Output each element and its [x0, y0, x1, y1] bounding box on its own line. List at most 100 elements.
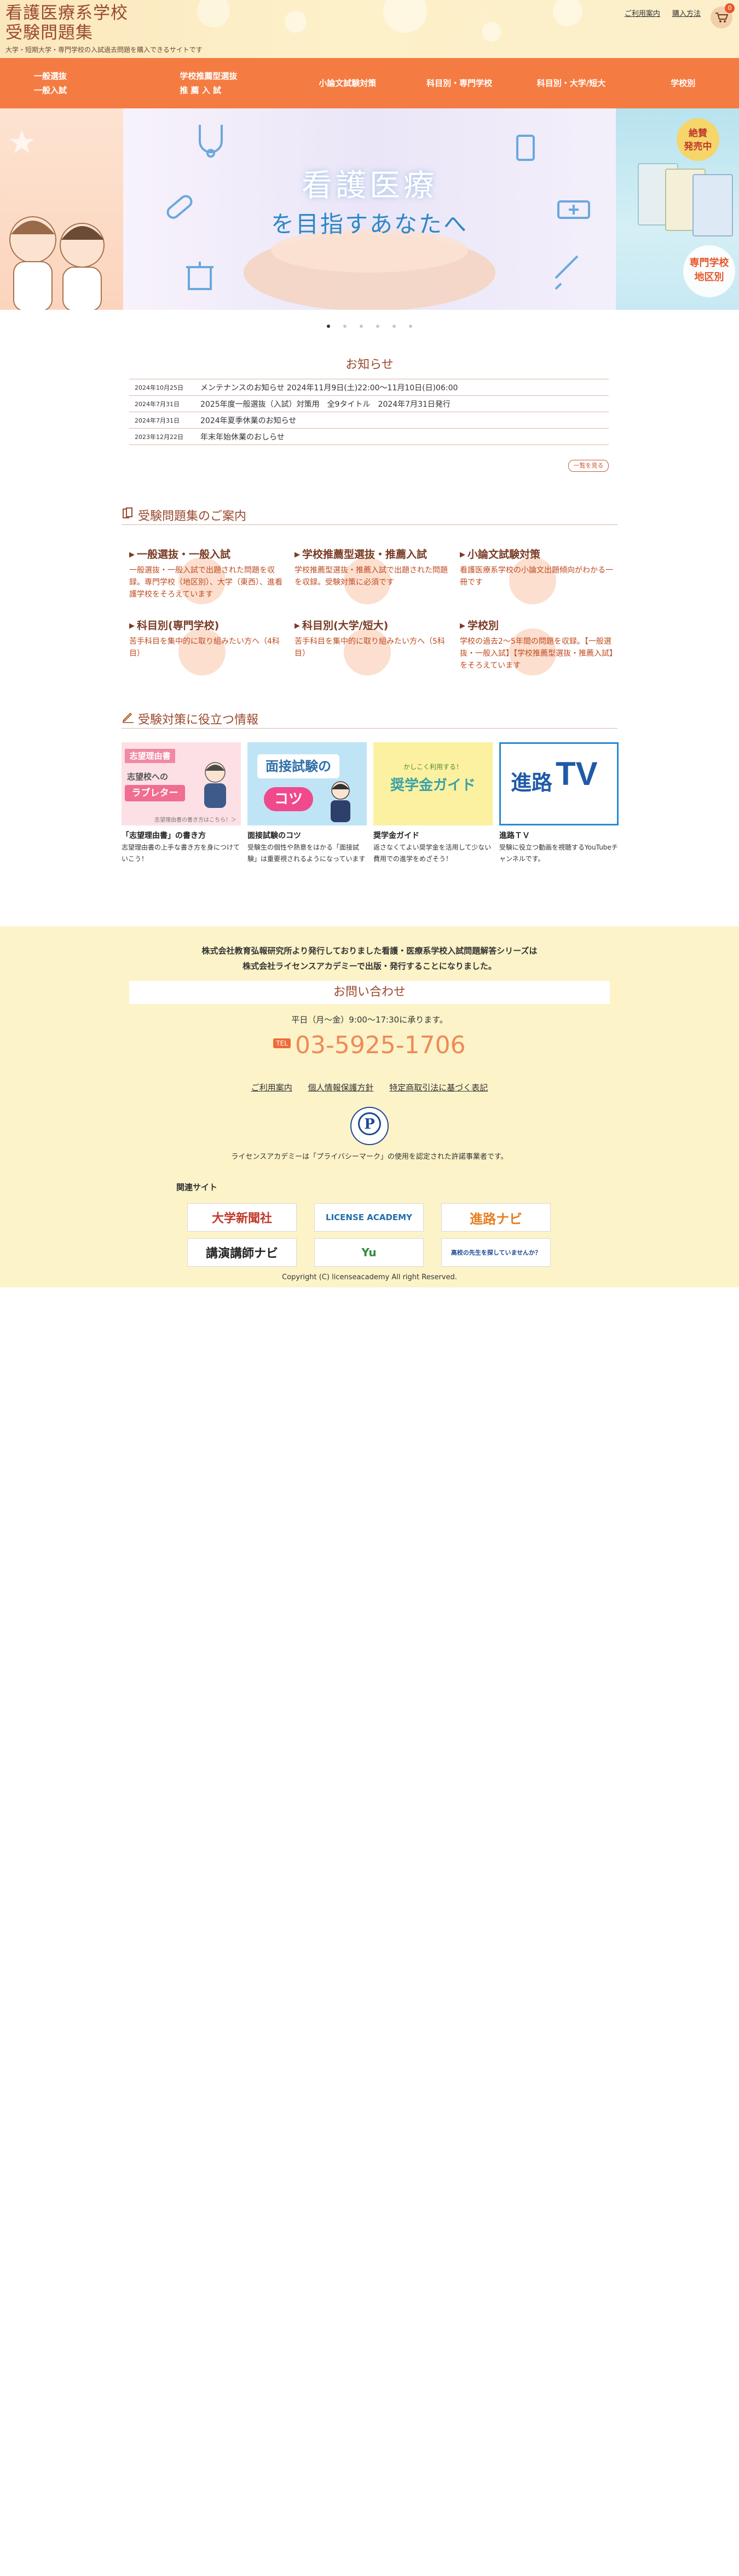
decor-bubble — [482, 22, 501, 42]
notices-title: お知らせ — [345, 358, 394, 372]
contact-title: お問い合わせ — [129, 981, 610, 1004]
guide-item-essay[interactable]: ▶ 小論文試験対策 看護医療系学校の小論文出題傾向がわかる一冊です — [460, 547, 619, 613]
footer-links: ご利用案内 個人情報保護方針 特定商取引法に基づく表記 — [0, 1082, 739, 1093]
guide-item-title-text: 一般選抜・一般入試 — [137, 548, 231, 561]
footer-link-privacy[interactable]: 個人情報保護方針 — [308, 1083, 373, 1093]
logo-line-1: 看護医療系学校 — [5, 3, 128, 23]
contact-phone[interactable]: TEL 03-5925-1706 — [0, 1031, 739, 1059]
guide-item-title: ▶ 一般選抜・一般入試 — [129, 547, 288, 562]
hero-caption-sub: を目指すあなたへ — [270, 211, 468, 238]
guide-item-desc: 看護医療系学校の小論文出題傾向がわかる一冊です — [460, 566, 613, 587]
banner-lecturer-navi[interactable]: 講演講師ナビ — [187, 1238, 297, 1267]
guide-item-subject-vocational[interactable]: ▶ 科目別(専門学校) 苦手科目を集中的に取り組みたい方へ（4科目） — [129, 619, 288, 684]
notice-text: 年末年始休業のおしらせ — [200, 432, 285, 442]
info-card-desc: 受験生の個性や熱意をはかる「面接試験」は重要視されるようになっています — [247, 844, 366, 863]
guide-item-title: ▶ 学校推薦型選抜・推薦入試 — [295, 547, 453, 562]
cart-icon — [715, 13, 728, 22]
hero-prev-slide[interactable] — [0, 108, 123, 310]
nav-general-exam[interactable]: 一般選抜 一般入試 — [0, 58, 146, 108]
banner-shinro-navi[interactable]: 進路ナビ — [441, 1203, 551, 1232]
arrow-right-icon: ▶ — [129, 622, 135, 630]
slider-dot[interactable] — [409, 325, 412, 328]
notice-item[interactable]: 2024年10月25日 メンテナンスのお知らせ 2024年11月9日(土)22:… — [129, 379, 609, 396]
guide-item-title: ▶ 科目別(専門学校) — [129, 619, 288, 633]
shinro-tv-banner-image: 進路 TV — [499, 742, 619, 825]
arrow-right-icon: ▶ — [460, 622, 465, 630]
info-card-title: 「志望理由書」の書き方 — [122, 831, 206, 840]
slider-dot[interactable] — [376, 325, 379, 328]
link-guide[interactable]: ご利用案内 — [625, 10, 660, 18]
footer-link-commerce-law[interactable]: 特定商取引法に基づく表記 — [389, 1083, 488, 1093]
info-card-title: 進路ＴＶ — [499, 831, 530, 840]
books-icon — [122, 507, 135, 523]
nav-subject-vocational[interactable]: 科目別・専門学校 — [403, 58, 515, 108]
notice-text: 2025年度一般選抜（入試）対策用 全9タイトル 2024年7月31日発行 — [200, 400, 451, 409]
guide-item-title: ▶ 小論文試験対策 — [460, 547, 619, 562]
info-card-title: 奨学金ガイド — [373, 831, 419, 840]
arrow-right-icon: ▶ — [129, 551, 135, 559]
hero-slider[interactable]: 看護医療 を目指すあなたへ 絶賛 発売中 専門学校 地区別 — [0, 108, 739, 310]
arrow-right-icon: ▶ — [460, 551, 465, 559]
info-card-statement[interactable]: 志望理由書 志望校への ラブレター 志望理由書の書き方はこちら！＞ 「志望理由書… — [122, 742, 241, 865]
guide-item-by-school[interactable]: ▶ 学校別 学校の過去2〜5年間の問題を収録。【一般選抜・一般入試】【学校推薦型選… — [460, 619, 619, 684]
site-header: 看護医療系学校 受験問題集 大学・短期大学・専門学校の入試過去問題を購入できるサ… — [0, 0, 739, 58]
copyright: Copyright (C) licenseacademy All right R… — [282, 1273, 457, 1281]
nav-by-school[interactable]: 学校別 — [627, 58, 739, 108]
slider-dot[interactable] — [343, 325, 347, 328]
info-card-desc: 返さなくてよい奨学金を活用して少ない費用での進学をめざそう！ — [373, 844, 492, 863]
guide-item-subject-university[interactable]: ▶ 科目別(大学/短大) 苦手科目を集中的に取り組みたい方へ（5科目） — [295, 619, 453, 684]
slider-dot[interactable] — [360, 325, 363, 328]
guide-heading-text: 受験問題集のご案内 — [138, 510, 247, 523]
nav-subject-university[interactable]: 科目別・大学/短大 — [515, 58, 627, 108]
shinro-tv-banner-main: TV — [556, 755, 598, 792]
guide-item-general[interactable]: ▶ 一般選抜・一般入試 一般選抜・一般入試で出題された問題を収録。専門学校（地区別… — [129, 547, 288, 613]
hero-current-slide[interactable]: 看護医療 を目指すあなたへ — [123, 108, 616, 310]
banner-find-teacher[interactable]: 高校の先生を探していませんか？ — [441, 1238, 551, 1267]
guide-item-title-text: 科目別(専門学校) — [137, 620, 220, 632]
banner-license-academy[interactable]: LICENSE ACADEMY — [314, 1203, 424, 1232]
hero-caption-main: 看護医療 — [302, 168, 437, 204]
decor-bubble — [197, 0, 230, 27]
banner-yu[interactable]: Yu — [314, 1238, 424, 1267]
statement-banner-image: 志望理由書 志望校への ラブレター 志望理由書の書き方はこちら！＞ — [122, 742, 241, 825]
student-illustration — [204, 762, 226, 808]
scholarship-banner-line: かしこく利用する！ — [403, 763, 463, 771]
contact-hours: 平日（月〜金）9:00〜17:30に承ります。 — [291, 1015, 448, 1025]
interview-banner-image: 面接試験の コツ — [247, 742, 367, 825]
slider-dot[interactable] — [327, 325, 330, 328]
guide-item-desc: 学校推薦型選抜・推薦入試で出題された問題を収録。受験対策に必須です — [295, 566, 448, 587]
notice-date: 2023年12月22日 — [135, 433, 183, 441]
interview-banner-main: コツ — [264, 787, 313, 811]
guide-item-title-text: 科目別(大学/短大) — [302, 620, 389, 632]
guide-item-recommendation[interactable]: ▶ 学校推薦型選抜・推薦入試 学校推薦型選抜・推薦入試で出題された問題を収録。受験… — [295, 547, 453, 613]
link-how-to-buy[interactable]: 購入方法 — [672, 10, 701, 18]
notice-item[interactable]: 2024年7月31日 2024年夏季休業のお知らせ — [129, 412, 609, 429]
privacy-mark-logo[interactable]: P — [350, 1107, 389, 1145]
guide-item-title-text: 学校別 — [467, 620, 499, 632]
statement-banner-line: 志望校への — [127, 772, 169, 782]
info-heading-text: 受験対策に役立つ情報 — [138, 713, 259, 727]
banner-daigaku-shinbunsha[interactable]: 大学新聞社 — [187, 1203, 297, 1232]
notice-item[interactable]: 2024年7月31日 2025年度一般選抜（入試）対策用 全9タイトル 2024… — [129, 396, 609, 412]
top-links: ご利用案内 購入方法 — [615, 8, 701, 18]
info-card-shinro-tv[interactable]: 進路 TV 進路ＴＶ 受験に役立つ動画を視聴するYouTubeチャンネルです。 — [499, 742, 619, 865]
notices-list: 2024年10月25日 メンテナンスのお知らせ 2024年11月9日(土)22:… — [129, 379, 609, 445]
slider-dot[interactable] — [392, 325, 396, 328]
scholarship-banner-main: 奨学金ガイド — [390, 777, 476, 794]
main-nav: 一般選抜 一般入試 学校推薦型選抜 推 薦 入 試 小論文試験対策 科目別・専門… — [0, 58, 739, 108]
site-logo[interactable]: 看護医療系学校 受験問題集 — [5, 3, 128, 43]
decor-bubble — [285, 11, 307, 33]
book-cover — [692, 174, 733, 236]
info-card-interview[interactable]: 面接試験の コツ 面接試験のコツ 受験生の個性や熱意をはかる「面接試験」は重要視… — [247, 742, 367, 865]
notice-date: 2024年7月31日 — [135, 400, 180, 408]
nav-recommendation-exam[interactable]: 学校推薦型選抜 推 薦 入 試 — [146, 58, 291, 108]
nav-essay[interactable]: 小論文試験対策 — [292, 58, 403, 108]
notices-more-button[interactable]: 一覧を見る — [568, 460, 609, 472]
info-card-desc: 志望理由書の上手な書き方を身につけていこう！ — [122, 844, 240, 863]
info-card-scholarship[interactable]: かしこく利用する！ 奨学金ガイド 奨学金ガイド 返さなくてよい奨学金を活用して少… — [373, 742, 493, 865]
cart-button[interactable]: 0 — [711, 3, 735, 28]
guide-item-title: ▶ 学校別 — [460, 619, 619, 633]
footer-link-guide[interactable]: ご利用案内 — [251, 1083, 292, 1093]
notice-item[interactable]: 2023年12月22日 年末年始休業のおしらせ — [129, 429, 609, 445]
site-tagline: 大学・短期大学・専門学校の入試過去問題を購入できるサイトです — [5, 46, 203, 54]
